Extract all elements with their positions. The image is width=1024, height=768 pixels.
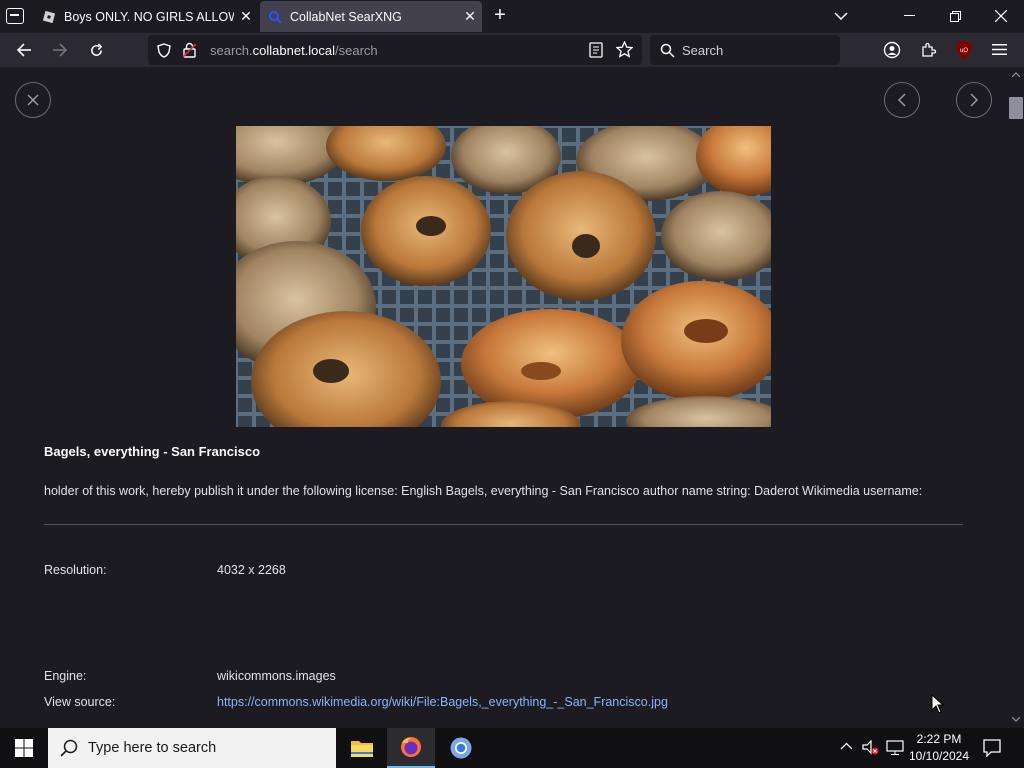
hamburger-menu-icon[interactable] xyxy=(992,43,1007,56)
chrome-taskbar-button[interactable] xyxy=(437,728,485,768)
url-bar[interactable]: search.collabnet.local/search xyxy=(148,35,642,65)
tab-strip: Boys ONLY. NO GIRLS ALLOWED ✕ CollabNet … xyxy=(0,0,1024,33)
scroll-up-icon[interactable] xyxy=(1012,72,1020,77)
svg-text:uO: uO xyxy=(960,48,968,54)
restore-button[interactable] xyxy=(932,0,978,32)
tab-title: Boys ONLY. NO GIRLS ALLOWED xyxy=(64,9,234,24)
close-window-button[interactable] xyxy=(978,0,1024,32)
reader-view-icon[interactable] xyxy=(589,42,603,58)
url-host: collabnet.local xyxy=(252,43,336,58)
engine-value: wikicommons.images xyxy=(217,669,336,683)
previous-result-button[interactable] xyxy=(884,82,920,118)
search-placeholder: Search xyxy=(682,43,724,58)
forward-button[interactable] xyxy=(47,37,73,63)
result-image[interactable] xyxy=(236,126,771,427)
next-result-button[interactable] xyxy=(956,82,992,118)
reload-button[interactable] xyxy=(83,37,109,63)
view-source-link[interactable]: https://commons.wikimedia.org/wiki/File:… xyxy=(217,695,668,709)
firefox-icon xyxy=(401,737,421,757)
bookmark-star-icon[interactable] xyxy=(616,41,633,58)
result-description: holder of this work, hereby publish it u… xyxy=(44,484,923,498)
url-path: /search xyxy=(335,43,378,58)
chevron-left-icon xyxy=(898,93,906,107)
insecure-lock-icon[interactable] xyxy=(183,42,196,58)
tab-overflow-chevron-icon[interactable] xyxy=(818,0,864,32)
start-button[interactable] xyxy=(0,728,48,768)
close-tab-icon[interactable]: ✕ xyxy=(234,5,258,29)
close-icon xyxy=(27,94,39,106)
result-title: Bagels, everything - San Francisco xyxy=(44,444,261,459)
minimize-button[interactable] xyxy=(886,0,932,32)
divider xyxy=(44,524,963,525)
resolution-value: 4032 x 2268 xyxy=(217,563,286,577)
clock-date: 10/10/2024 xyxy=(908,749,970,763)
chevron-right-icon xyxy=(970,93,978,107)
show-hidden-icons-chevron-icon[interactable] xyxy=(840,742,853,750)
action-center-notification-icon[interactable] xyxy=(983,739,1001,757)
taskbar-search-placeholder: Type here to search xyxy=(88,740,217,756)
view-source-label: View source: xyxy=(44,695,116,709)
account-icon[interactable] xyxy=(883,41,901,59)
navigation-toolbar: search.collabnet.local/search Search uO xyxy=(0,33,1024,67)
taskbar-clock[interactable]: 2:22 PM 10/10/2024 xyxy=(904,731,974,765)
mouse-cursor-icon xyxy=(931,694,944,714)
tab-boys-only[interactable]: Boys ONLY. NO GIRLS ALLOWED ✕ xyxy=(34,1,258,32)
close-tab-icon[interactable]: ✕ xyxy=(458,5,482,29)
bagels-photo xyxy=(236,126,771,427)
extensions-puzzle-icon[interactable] xyxy=(920,41,938,59)
searxng-search-icon xyxy=(269,10,282,24)
chromium-icon xyxy=(450,737,472,759)
scroll-down-icon[interactable] xyxy=(1012,717,1020,722)
resolution-label: Resolution: xyxy=(44,563,107,577)
volume-muted-icon[interactable] xyxy=(862,740,880,756)
search-icon xyxy=(660,43,675,58)
clock-time: 2:22 PM xyxy=(916,732,962,746)
back-button[interactable] xyxy=(11,37,37,63)
network-icon[interactable] xyxy=(886,740,904,756)
file-explorer-icon xyxy=(351,741,373,757)
taskbar-search-box[interactable]: Type here to search xyxy=(48,728,336,768)
tab-title: CollabNet SearXNG xyxy=(290,9,402,24)
url-prefix: search. xyxy=(210,43,253,58)
page-scrollbar[interactable] xyxy=(1008,67,1024,728)
windows-logo-icon xyxy=(15,739,33,757)
engine-label: Engine: xyxy=(44,669,87,683)
scrollbar-thumb[interactable] xyxy=(1009,97,1023,119)
ublock-origin-icon[interactable]: uO xyxy=(955,40,973,60)
new-tab-button[interactable]: + xyxy=(488,4,512,28)
close-detail-button[interactable] xyxy=(15,82,51,118)
search-icon xyxy=(60,739,78,757)
tab-collabnet-searxng[interactable]: CollabNet SearXNG ✕ xyxy=(260,1,482,32)
page-content: Bagels, everything - San Francisco holde… xyxy=(0,67,1008,728)
file-explorer-taskbar-button[interactable] xyxy=(338,728,386,768)
firefox-taskbar-button[interactable] xyxy=(387,728,435,768)
search-bar[interactable]: Search xyxy=(650,35,840,65)
roblox-icon xyxy=(42,10,56,23)
tracking-protection-shield-icon[interactable] xyxy=(157,43,171,58)
url-text: search.collabnet.local/search xyxy=(210,43,378,58)
windows-taskbar: Type here to search 2:22 PM 10/10/2024 xyxy=(0,728,1024,768)
list-all-tabs-icon[interactable] xyxy=(6,8,24,24)
